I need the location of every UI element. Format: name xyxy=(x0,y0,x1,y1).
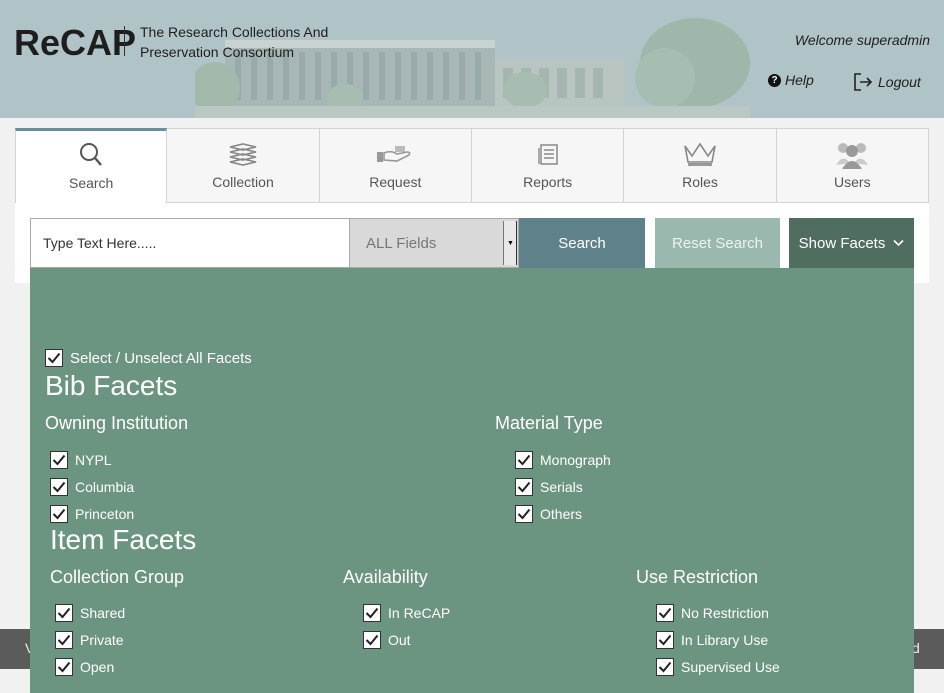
facet-open[interactable]: Open xyxy=(55,658,114,676)
header: ReCAP The Research Collections And Prese… xyxy=(0,0,944,118)
facet-in-recap[interactable]: In ReCAP xyxy=(363,604,450,622)
facet-label: No Restriction xyxy=(681,605,769,621)
facet-in-library-use[interactable]: In Library Use xyxy=(656,631,768,649)
facet-label: Open xyxy=(80,659,115,675)
show-facets-button[interactable]: Show Facets xyxy=(789,218,914,268)
help-link[interactable]: ? Help xyxy=(768,72,814,88)
logout-link[interactable]: Logout xyxy=(853,72,921,92)
select-all-checkbox[interactable] xyxy=(45,349,63,367)
logout-icon xyxy=(854,73,873,91)
select-all-facets[interactable]: Select / Unselect All Facets xyxy=(45,349,252,367)
dropdown-arrow-icon[interactable]: ▼ xyxy=(503,221,517,265)
checkbox[interactable] xyxy=(656,604,674,622)
facet-serials[interactable]: Serials xyxy=(515,478,583,496)
checkbox[interactable] xyxy=(55,658,73,676)
tab-collection[interactable]: Collection xyxy=(167,128,320,203)
facet-shared[interactable]: Shared xyxy=(55,604,125,622)
checkbox[interactable] xyxy=(50,451,68,469)
logo-divider xyxy=(124,26,125,56)
welcome-text: Welcome superadmin xyxy=(794,32,930,48)
tab-label: Collection xyxy=(212,174,274,190)
facets-panel: Select / Unselect All Facets Bib Facets … xyxy=(30,268,914,693)
tab-label: Search xyxy=(68,175,114,191)
show-facets-label: Show Facets xyxy=(798,234,886,252)
facet-others[interactable]: Others xyxy=(515,505,582,523)
facet-label: Shared xyxy=(80,605,126,621)
facet-label: In ReCAP xyxy=(388,605,451,621)
facet-label: Princeton xyxy=(75,506,135,522)
search-button[interactable]: Search xyxy=(519,218,645,268)
reset-search-button[interactable]: Reset Search xyxy=(655,218,780,268)
facet-label: NYPL xyxy=(75,452,112,468)
checkbox[interactable] xyxy=(515,451,533,469)
owning-institution-title: Owning Institution xyxy=(45,413,189,433)
nav-tabs: Search Collection Request Reports Roles xyxy=(15,128,929,203)
help-label: Help xyxy=(785,72,814,88)
facet-princeton[interactable]: Princeton xyxy=(50,505,134,523)
facet-nypl[interactable]: NYPL xyxy=(50,451,112,469)
tab-label: Request xyxy=(369,174,422,190)
checkbox[interactable] xyxy=(50,478,68,496)
facet-monograph[interactable]: Monograph xyxy=(515,451,611,469)
bib-facets-title: Bib Facets xyxy=(45,370,178,401)
facet-out[interactable]: Out xyxy=(363,631,411,649)
facet-label: Supervised Use xyxy=(681,659,780,675)
logout-label: Logout xyxy=(878,74,921,90)
recap-logo[interactable]: ReCAP xyxy=(14,22,136,64)
facet-no-restriction[interactable]: No Restriction xyxy=(656,604,769,622)
tagline: The Research Collections And Preservatio… xyxy=(140,24,329,60)
facet-label: Monograph xyxy=(540,452,611,468)
checkbox[interactable] xyxy=(656,631,674,649)
material-type-title: Material Type xyxy=(495,413,603,433)
checkbox[interactable] xyxy=(363,631,381,649)
collection-group-title: Collection Group xyxy=(50,567,185,587)
facet-label: In Library Use xyxy=(681,632,769,648)
select-all-label: Select / Unselect All Facets xyxy=(70,349,252,367)
checkbox[interactable] xyxy=(55,631,73,649)
crown-icon xyxy=(681,138,719,170)
facet-columbia[interactable]: Columbia xyxy=(50,478,134,496)
facet-supervised-use[interactable]: Supervised Use xyxy=(656,658,780,676)
facet-label: Out xyxy=(388,632,411,648)
question-icon: ? xyxy=(768,73,781,87)
tab-roles[interactable]: Roles xyxy=(624,128,777,203)
facet-label: Columbia xyxy=(75,479,135,495)
checkbox[interactable] xyxy=(50,505,68,523)
tab-reports[interactable]: Reports xyxy=(471,128,625,203)
report-icon xyxy=(536,138,560,170)
facet-label: Others xyxy=(540,506,583,522)
tab-label: Reports xyxy=(523,174,573,190)
search-icon xyxy=(79,139,103,171)
hand-book-icon xyxy=(375,138,415,170)
tab-request[interactable]: Request xyxy=(319,128,472,203)
checkbox[interactable] xyxy=(363,604,381,622)
tab-users[interactable]: Users xyxy=(776,128,929,203)
chevron-down-icon xyxy=(893,239,904,247)
checkbox[interactable] xyxy=(515,505,533,523)
tab-label: Users xyxy=(834,174,871,190)
use-restriction-title: Use Restriction xyxy=(636,567,759,587)
users-icon xyxy=(834,138,870,170)
checkbox[interactable] xyxy=(55,604,73,622)
facet-label: Private xyxy=(80,632,124,648)
field-select-value: ALL Fields xyxy=(366,234,437,252)
facet-label: Serials xyxy=(540,479,583,495)
checkbox[interactable] xyxy=(656,658,674,676)
tab-search[interactable]: Search xyxy=(15,128,168,203)
checkbox[interactable] xyxy=(515,478,533,496)
search-input[interactable] xyxy=(30,218,350,268)
facet-private[interactable]: Private xyxy=(55,631,124,649)
item-facets-title: Item Facets xyxy=(50,524,197,555)
books-icon xyxy=(227,138,259,170)
field-select[interactable]: ALL Fields ▼ xyxy=(349,218,519,268)
tab-label: Roles xyxy=(682,174,718,190)
availability-title: Availability xyxy=(343,567,428,587)
